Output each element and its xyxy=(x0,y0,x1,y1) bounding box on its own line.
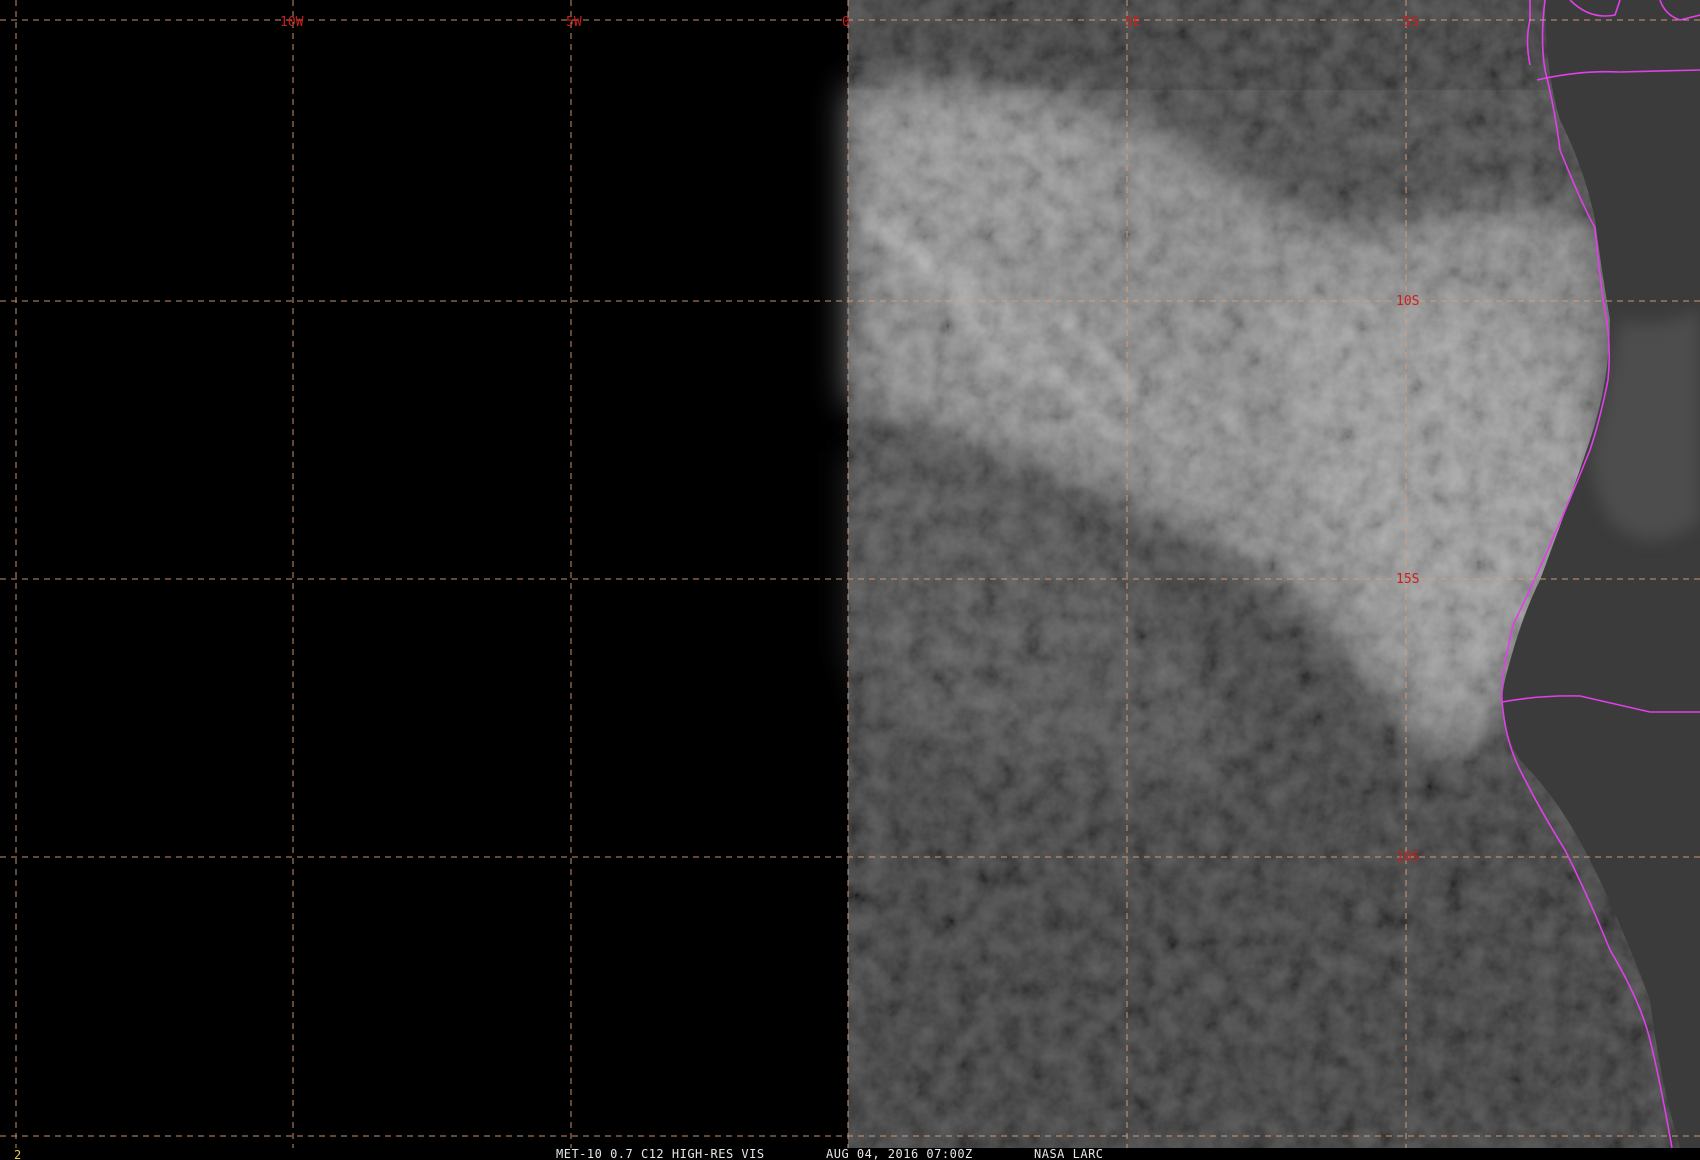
source-label: NASA LARC xyxy=(1034,1147,1104,1160)
lat-label-15s: 15S xyxy=(1396,572,1419,587)
lon-label-5w: 5W xyxy=(566,15,582,30)
lat-label-5s: 5S xyxy=(1403,15,1419,30)
product-label: MET-10 0.7 C12 HIGH-RES VIS xyxy=(556,1147,765,1160)
lon-label-0: 0 xyxy=(842,15,850,30)
satellite-image-viewer: 10W 5W 0 5E 5S 10S 15S 20S 2 MET-10 0.7 … xyxy=(0,0,1700,1160)
satellite-imagery xyxy=(848,0,1700,1148)
lon-label-5e: 5E xyxy=(1125,15,1141,30)
datetime-label: AUG 04, 2016 07:00Z xyxy=(826,1147,973,1160)
frame-number: 2 xyxy=(14,1148,21,1160)
lat-label-10s: 10S xyxy=(1396,294,1419,309)
lat-label-20s: 20S xyxy=(1396,850,1419,865)
lon-label-10w: 10W xyxy=(280,15,304,30)
satellite-map: 10W 5W 0 5E 5S 10S 15S 20S 2 MET-10 0.7 … xyxy=(0,0,1700,1160)
